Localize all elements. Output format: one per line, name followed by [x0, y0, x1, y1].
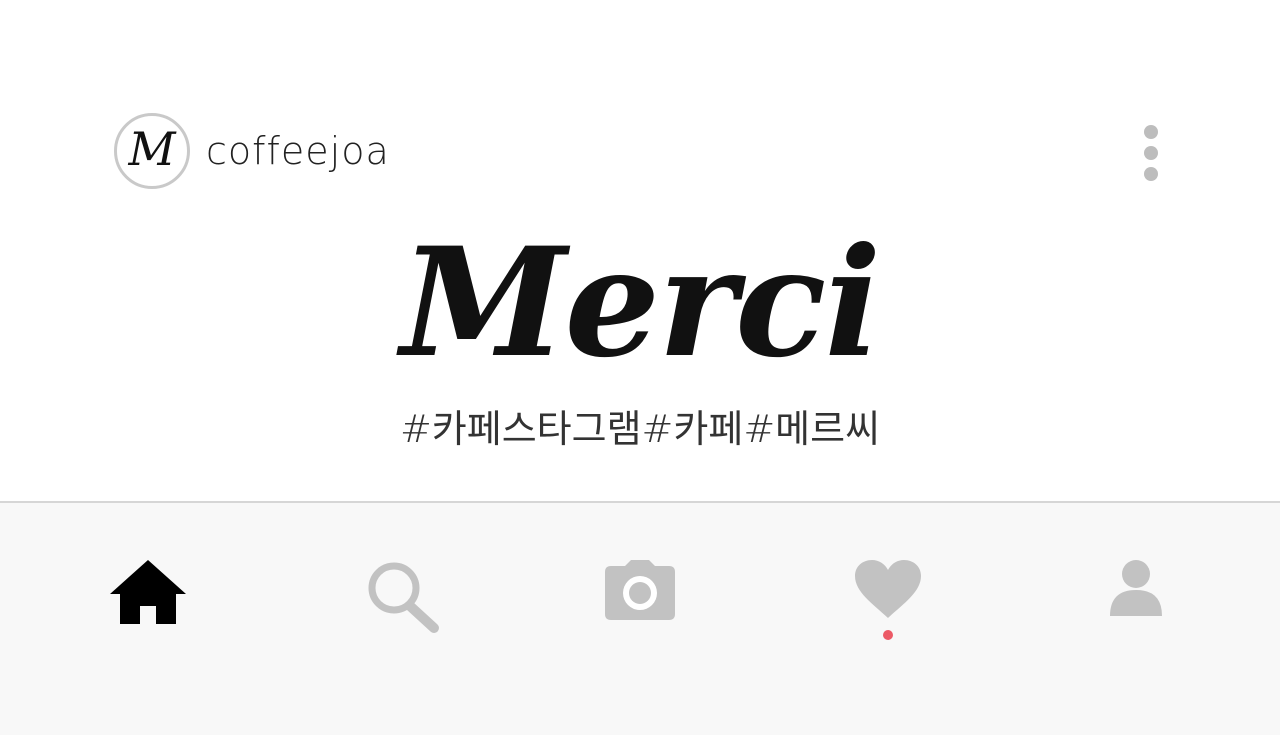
camera-icon	[605, 560, 675, 620]
nav-search[interactable]	[352, 558, 452, 658]
avatar[interactable]: M	[114, 113, 190, 189]
more-options-button[interactable]	[1135, 125, 1167, 181]
avatar-letter: M	[128, 122, 176, 176]
username[interactable]: coffeejoa	[206, 129, 390, 173]
post: M coffeejoa Merci #카페스타그램#카페#메르씨	[0, 0, 1280, 501]
home-icon	[110, 560, 186, 624]
bottom-nav	[0, 503, 1280, 735]
nav-activity[interactable]	[838, 558, 938, 658]
post-image-logo: Merci	[400, 215, 882, 391]
notification-dot	[883, 630, 893, 640]
nav-camera[interactable]	[590, 558, 690, 658]
more-dot-icon	[1144, 146, 1158, 160]
nav-home[interactable]	[98, 558, 198, 658]
post-header: M coffeejoa	[114, 110, 390, 192]
person-icon	[1110, 560, 1162, 616]
more-dot-icon	[1144, 125, 1158, 139]
more-dot-icon	[1144, 167, 1158, 181]
nav-profile[interactable]	[1086, 558, 1186, 658]
post-hashtags: #카페스타그램#카페#메르씨	[399, 407, 881, 451]
search-icon	[368, 562, 439, 633]
heart-icon	[855, 560, 921, 618]
